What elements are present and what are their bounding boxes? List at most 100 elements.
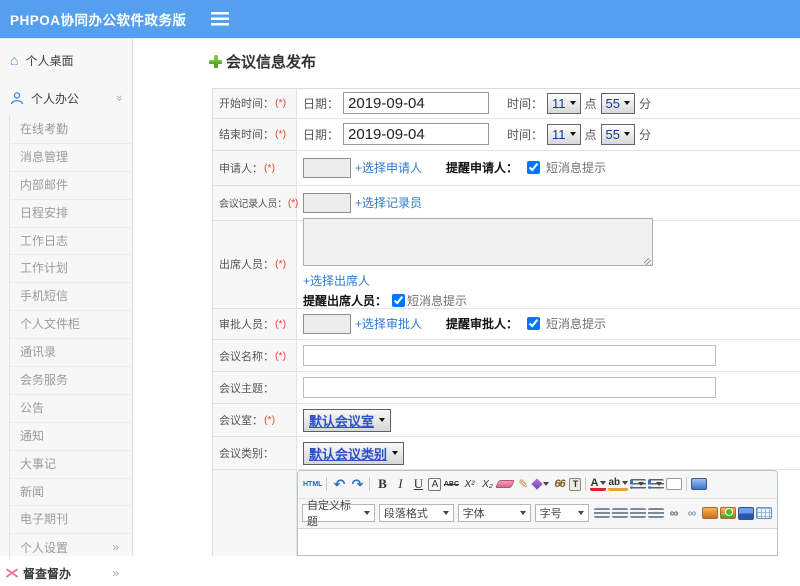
start-hour-select[interactable]: 11 xyxy=(547,92,581,114)
meeting-category-select[interactable]: 默认会议类别 xyxy=(303,441,405,465)
toolbar-separator xyxy=(686,477,688,492)
insert-image-icon[interactable] xyxy=(719,507,736,520)
fullscreen-icon[interactable] xyxy=(691,478,708,491)
format-brush-icon[interactable]: ✎ xyxy=(515,476,531,493)
sidebar-subitem[interactable]: 消息管理 xyxy=(10,144,132,172)
magic-wand-icon[interactable] xyxy=(533,476,550,493)
dropdown-caret-icon xyxy=(577,511,584,516)
choose-applicant-link[interactable]: +选择申请人 xyxy=(355,159,422,176)
unordered-list-button[interactable] xyxy=(648,479,665,490)
html-source-button[interactable]: HTML xyxy=(303,476,322,493)
form-row-meeting-category: 会议类别： 默认会议类别 xyxy=(213,437,800,470)
sidebar-item-supervise[interactable]: 督查督办 » xyxy=(0,560,132,586)
sidebar-subitem[interactable]: 日程安排 xyxy=(10,200,132,228)
hour-value: 11 xyxy=(552,126,566,142)
sidebar-subitem[interactable]: 大事记 xyxy=(10,451,132,479)
dropdown-caret-icon xyxy=(543,482,550,487)
end-minute-select[interactable]: 55 xyxy=(600,123,636,145)
dropdown-caret-icon xyxy=(624,101,631,106)
meeting-name-input[interactable] xyxy=(303,345,716,367)
sidebar-subitem[interactable]: 通讯录 xyxy=(10,339,132,368)
font-size-select[interactable]: 字号 xyxy=(534,504,589,523)
sidebar-subitem[interactable]: 工作计划 xyxy=(10,255,132,284)
image-icon[interactable] xyxy=(701,507,718,520)
form-row-approver: 审批人员： (*) +选择审批人 提醒审批人： 短消息提示 xyxy=(213,308,800,341)
end-hour-select[interactable]: 11 xyxy=(547,123,581,145)
subscript-button[interactable]: X₂ xyxy=(479,476,495,493)
remind-applicant-label: 提醒申请人： xyxy=(446,161,519,176)
align-center-icon[interactable] xyxy=(611,508,628,519)
field-label: 开始时间： xyxy=(219,98,274,111)
font-family-select[interactable]: 字体 xyxy=(457,504,531,523)
choose-recorder-link[interactable]: +选择记录员 xyxy=(355,194,422,211)
hamburger-menu-icon[interactable] xyxy=(210,12,229,26)
new-page-icon[interactable] xyxy=(666,478,683,491)
eraser-icon[interactable] xyxy=(495,480,516,489)
choose-attendees-link[interactable]: +选择出席人 xyxy=(303,272,370,289)
minute-unit: 分 xyxy=(639,96,652,111)
align-right-icon[interactable] xyxy=(629,508,646,519)
editor-toolbar-row2: 自定义标题 段落格式 字体 字号 ∞ ∞ xyxy=(298,499,777,529)
meeting-topic-input[interactable] xyxy=(303,377,716,399)
sidebar-subitem[interactable]: 在线考勤 xyxy=(10,116,132,144)
font-frame-button[interactable]: A xyxy=(428,477,442,491)
media-icon[interactable] xyxy=(737,506,754,520)
sidebar-subitem[interactable]: 个人文件柜 xyxy=(10,311,132,340)
required-mark: (*) xyxy=(264,161,276,174)
editor-content[interactable] xyxy=(298,528,777,555)
attendees-sms-checkbox[interactable] xyxy=(392,294,406,308)
dropdown-caret-icon xyxy=(519,511,526,516)
approver-sms-checkbox[interactable] xyxy=(527,317,541,331)
applicant-sms-checkbox[interactable] xyxy=(527,161,541,175)
align-justify-icon[interactable] xyxy=(647,508,664,519)
strikethrough-button[interactable]: ABC xyxy=(443,476,459,493)
redo-icon[interactable]: ↷ xyxy=(349,476,365,493)
sidebar-subitem[interactable]: 通知 xyxy=(10,423,132,451)
minute-value: 55 xyxy=(605,126,621,142)
start-date-input[interactable] xyxy=(343,92,490,115)
end-date-input[interactable] xyxy=(343,123,490,146)
applicant-input[interactable] xyxy=(303,157,351,178)
undo-icon[interactable]: ↶ xyxy=(331,476,347,493)
paste-icon[interactable]: T xyxy=(569,477,582,491)
table-icon[interactable] xyxy=(755,507,772,520)
recorder-input[interactable] xyxy=(303,192,351,213)
attendees-textarea[interactable] xyxy=(303,218,653,267)
select-label: 自定义标题 xyxy=(307,500,351,529)
page-title-row: 会议信息发布 xyxy=(209,51,316,72)
approver-input[interactable] xyxy=(303,313,351,334)
sidebar-item-office[interactable]: 个人办公 » xyxy=(0,84,132,112)
sidebar-subitem[interactable]: 内部邮件 xyxy=(10,172,132,200)
paragraph-format-select[interactable]: 段落格式 xyxy=(378,504,454,523)
underline-button[interactable]: U xyxy=(410,476,426,493)
sidebar-subitem[interactable]: 手机短信 xyxy=(10,283,132,312)
ordered-list-button[interactable] xyxy=(630,479,647,490)
superscript-button[interactable]: X² xyxy=(461,476,477,493)
sidebar-item-settings[interactable]: 个人设置 » xyxy=(10,534,132,560)
select-label: 字号 xyxy=(539,508,562,521)
sidebar-subitem[interactable]: 公告 xyxy=(10,395,132,423)
font-color-button[interactable]: A xyxy=(590,477,607,492)
choose-approver-link[interactable]: +选择审批人 xyxy=(355,315,422,332)
sidebar-subitem[interactable]: 电子期刊 xyxy=(10,506,132,535)
required-mark: (*) xyxy=(275,128,287,141)
remind-approver-label: 提醒审批人： xyxy=(446,317,519,332)
blockquote-button[interactable]: 66 xyxy=(551,476,567,493)
sidebar-item-label: 个人设置 xyxy=(20,540,69,555)
meeting-room-select[interactable]: 默认会议室 xyxy=(303,408,392,432)
unlink-icon[interactable]: ∞ xyxy=(684,505,700,522)
align-left-icon[interactable] xyxy=(593,508,610,519)
bold-button[interactable]: B xyxy=(374,476,390,493)
sidebar-item-label: 督查督办 xyxy=(23,566,72,581)
custom-heading-select[interactable]: 自定义标题 xyxy=(302,500,375,528)
form-row-start-time: 开始时间： (*) 日期： 时间： 11 点 55 分 xyxy=(213,89,800,119)
highlight-color-button[interactable]: ab xyxy=(608,477,629,492)
start-minute-select[interactable]: 55 xyxy=(600,92,636,114)
italic-button[interactable]: I xyxy=(392,476,408,493)
sidebar-subitem[interactable]: 新闻 xyxy=(10,479,132,507)
sidebar-item-desktop[interactable]: ⌂ 个人桌面 xyxy=(0,46,132,74)
sidebar-subitem[interactable]: 会务服务 xyxy=(10,367,132,395)
meeting-form: 开始时间： (*) 日期： 时间： 11 点 55 分 结束时间： (*) 日期… xyxy=(212,88,800,556)
sidebar-subitem[interactable]: 工作日志 xyxy=(10,228,132,256)
link-icon[interactable]: ∞ xyxy=(666,505,682,522)
